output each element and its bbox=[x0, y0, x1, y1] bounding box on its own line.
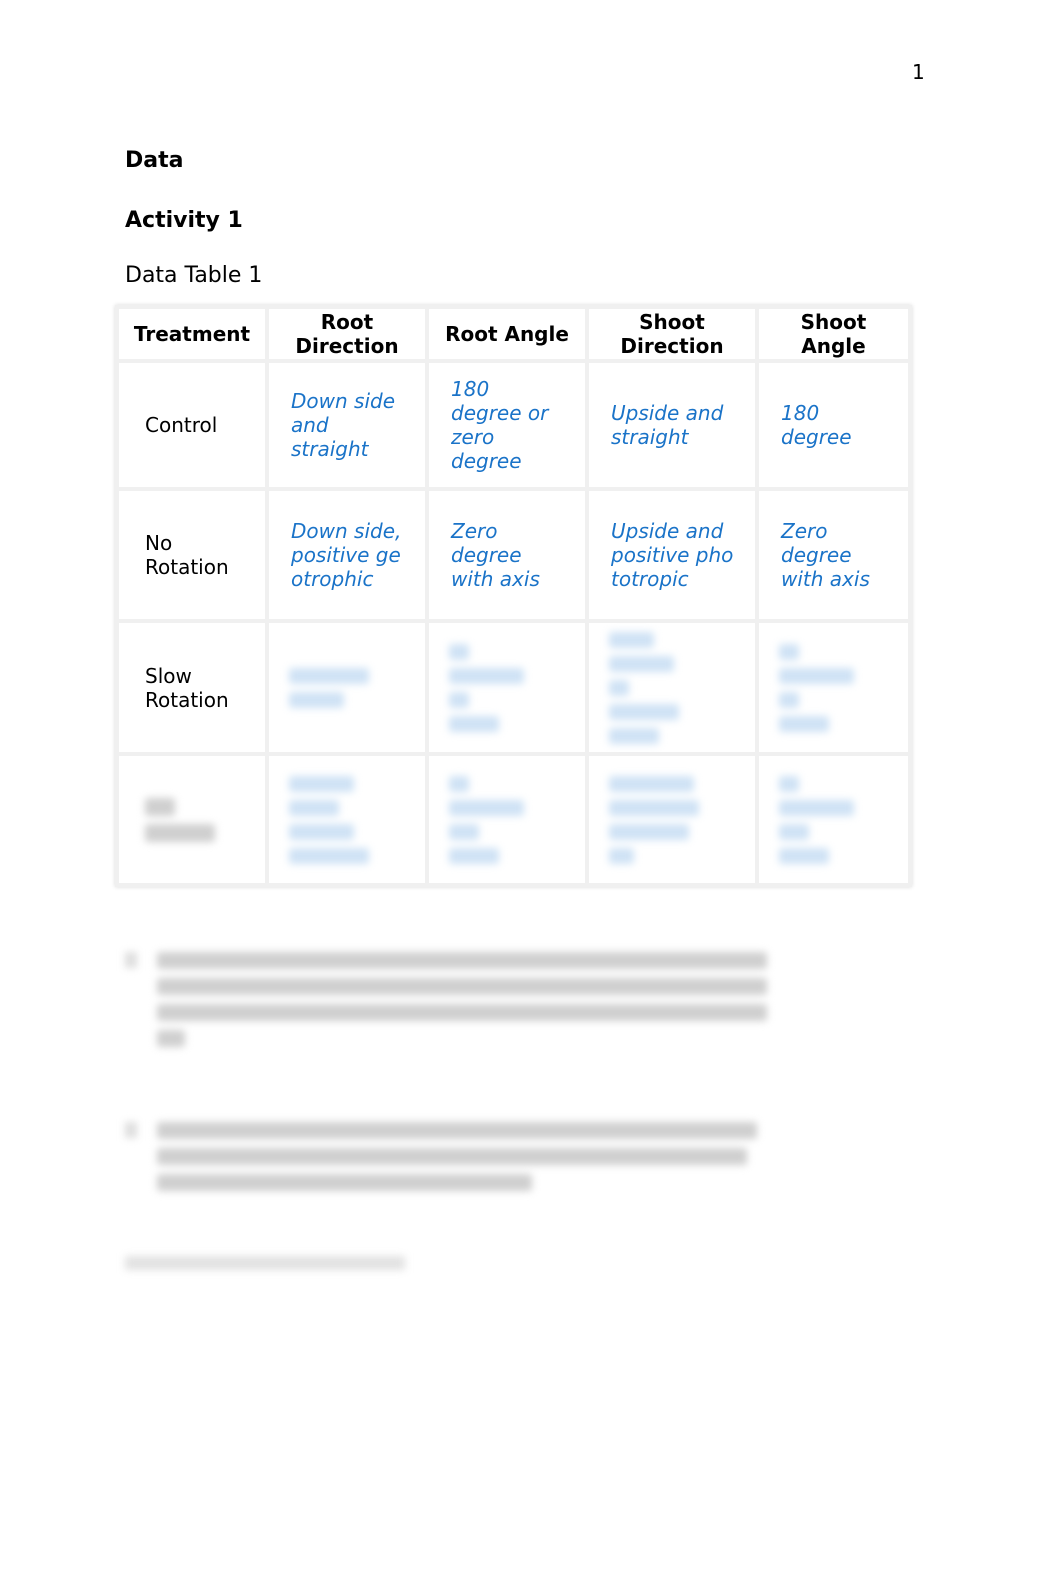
root-angle-cell: Zero degree with axis bbox=[425, 487, 589, 623]
blurred-cell bbox=[585, 752, 759, 887]
header-shoot-angle: Shoot Angle bbox=[755, 305, 912, 363]
shoot-angle-cell: 180 degree bbox=[755, 359, 912, 491]
root-direction-cell: Down side and straight bbox=[265, 359, 429, 491]
page-number: 1 bbox=[912, 60, 925, 84]
shoot-direction-cell: Upside and positive phototropic bbox=[585, 487, 759, 623]
activity-heading: Activity 1 bbox=[125, 208, 243, 233]
data-table: Treatment Root Direction Root Angle Shoo… bbox=[115, 305, 912, 887]
table-row: Slow Rotation bbox=[115, 619, 912, 756]
root-angle-cell: 180 degree or zero degree bbox=[425, 359, 589, 491]
section-heading: Data bbox=[125, 148, 184, 173]
table-row bbox=[115, 752, 912, 887]
treatment-cell: Slow Rotation bbox=[115, 619, 269, 756]
treatment-cell: Control bbox=[115, 359, 269, 491]
blurred-question-2 bbox=[125, 1122, 765, 1200]
shoot-angle-cell: Zero degree with axis bbox=[755, 487, 912, 623]
shoot-direction-cell: Upside and straight bbox=[585, 359, 759, 491]
table-caption: Data Table 1 bbox=[125, 263, 263, 288]
table-row: Control Down side and straight 180 degre… bbox=[115, 359, 912, 491]
blurred-cell bbox=[425, 619, 589, 756]
blurred-cell bbox=[585, 619, 759, 756]
blurred-cell bbox=[265, 619, 429, 756]
blurred-footer bbox=[125, 1256, 405, 1270]
table-row: No Rotation Down side, positive geotroph… bbox=[115, 487, 912, 623]
blurred-cell bbox=[425, 752, 589, 887]
blurred-question-1 bbox=[125, 952, 767, 1056]
header-treatment: Treatment bbox=[115, 305, 269, 363]
blurred-cell bbox=[755, 619, 912, 756]
header-root-angle: Root Angle bbox=[425, 305, 589, 363]
header-shoot-direction: Shoot Direction bbox=[585, 305, 759, 363]
table-header-row: Treatment Root Direction Root Angle Shoo… bbox=[115, 305, 912, 363]
header-root-direction: Root Direction bbox=[265, 305, 429, 363]
blurred-cell bbox=[115, 752, 269, 887]
blurred-cell bbox=[265, 752, 429, 887]
treatment-cell: No Rotation bbox=[115, 487, 269, 623]
blurred-cell bbox=[755, 752, 912, 887]
root-direction-cell: Down side, positive geotrophic bbox=[265, 487, 429, 623]
